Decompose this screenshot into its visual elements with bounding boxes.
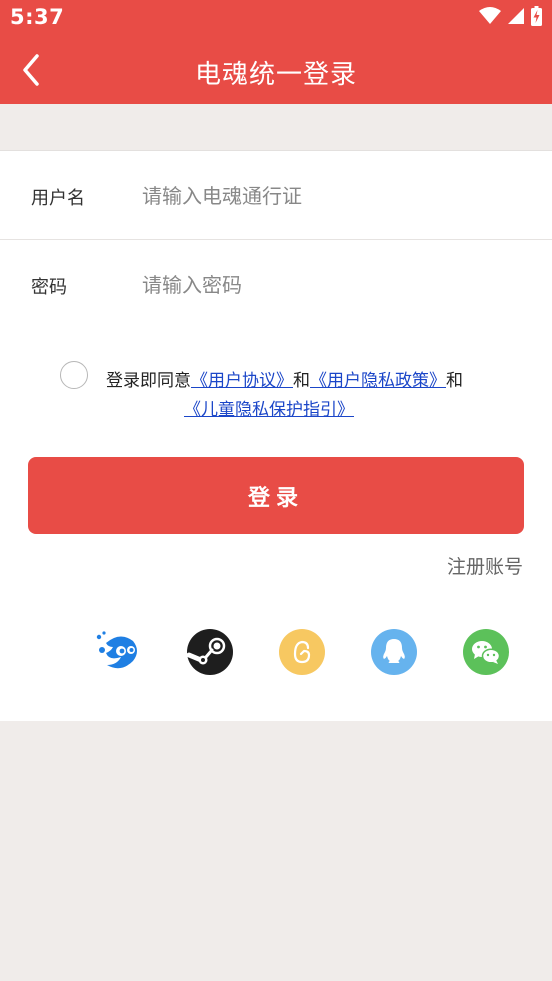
battery-icon xyxy=(531,6,542,26)
agreement-line-2: 《儿童隐私保护指引》 xyxy=(184,398,354,422)
register-link[interactable]: 注册账号 xyxy=(447,552,523,579)
qq-login-button[interactable] xyxy=(371,629,417,675)
dianhun-icon xyxy=(96,631,137,669)
steam-icon xyxy=(186,629,233,675)
login-form: 用户名 密码 xyxy=(0,150,552,330)
agreement-and-2: 和 xyxy=(446,371,463,391)
wifi-icon xyxy=(479,7,501,24)
username-input[interactable] xyxy=(140,173,524,219)
social-login-row xyxy=(0,629,552,675)
dianhun-login-button[interactable] xyxy=(95,629,141,675)
password-label: 密码 xyxy=(31,277,67,298)
signal-icon xyxy=(508,8,524,24)
username-row: 用户名 xyxy=(0,151,552,239)
egg-login-button[interactable] xyxy=(279,629,325,675)
status-icons xyxy=(479,6,542,26)
agreement-and-1: 和 xyxy=(293,371,310,391)
qq-icon xyxy=(371,629,417,675)
agreement-checkbox[interactable] xyxy=(60,361,88,389)
password-input[interactable] xyxy=(140,262,524,308)
user-agreement-link[interactable]: 《用户协议》 xyxy=(191,371,293,391)
password-row: 密码 xyxy=(0,239,552,328)
agreement-text: 登录即同意《用户协议》和《用户隐私政策》和 xyxy=(106,364,526,398)
egg-icon xyxy=(279,629,325,675)
login-button[interactable]: 登录 xyxy=(28,457,524,534)
steam-login-button[interactable] xyxy=(186,629,233,675)
username-label: 用户名 xyxy=(31,188,85,209)
wechat-login-button[interactable] xyxy=(463,629,509,675)
agreement-prefix: 登录即同意 xyxy=(106,371,191,391)
wechat-icon xyxy=(463,629,509,675)
page-title: 电魂统一登录 xyxy=(194,60,357,90)
privacy-policy-link[interactable]: 《用户隐私政策》 xyxy=(310,371,446,391)
app-header: 5:37 电魂统一登录 xyxy=(0,0,552,104)
children-privacy-link[interactable]: 《儿童隐私保护指引》 xyxy=(184,400,354,420)
status-time: 5:37 xyxy=(10,5,65,29)
